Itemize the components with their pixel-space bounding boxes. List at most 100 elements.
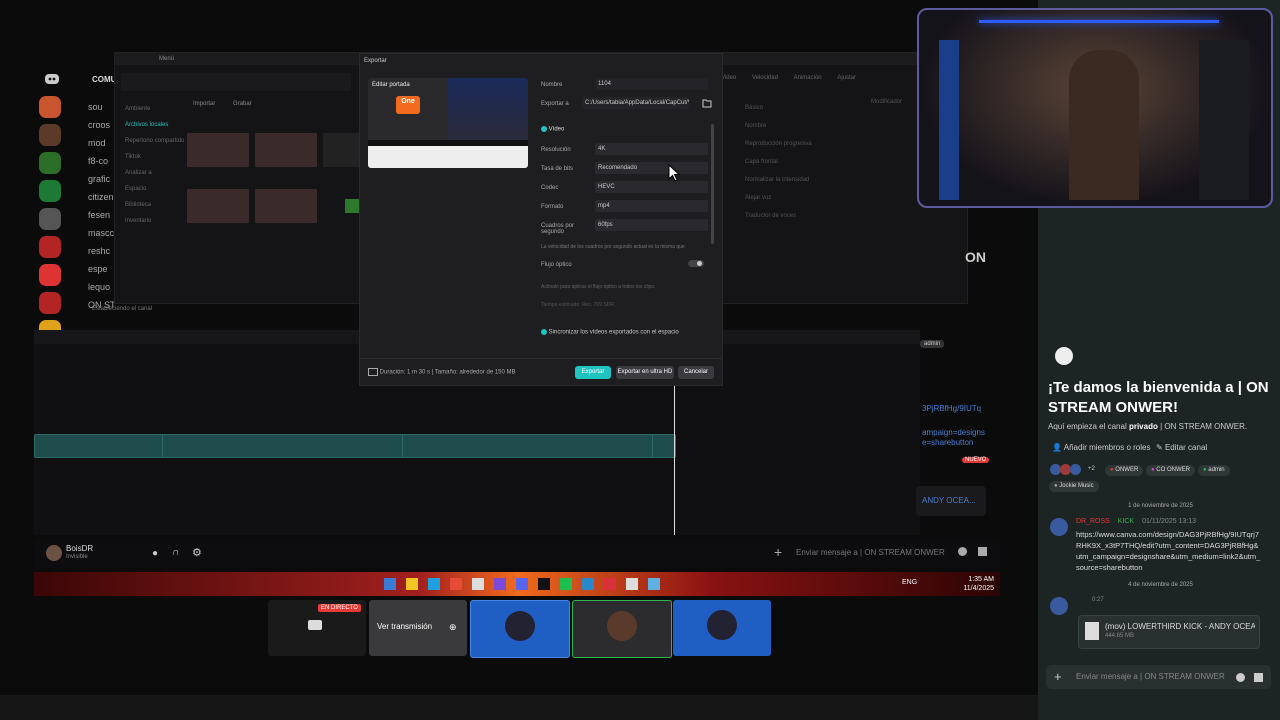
sync-option[interactable]: Sincronizar los vídeos exportados con el… (541, 329, 679, 336)
microphone-icon[interactable]: ● (152, 548, 158, 559)
video-checkbox[interactable] (541, 126, 547, 132)
taskbar-app-icon[interactable] (406, 578, 418, 590)
format-select[interactable]: mp4 (595, 200, 708, 212)
plus-icon[interactable]: + (774, 544, 782, 560)
member-avatars[interactable] (1050, 464, 1086, 476)
headphones-icon[interactable]: ∩ (172, 547, 179, 558)
participant-tile[interactable] (673, 600, 771, 656)
view-stream-button[interactable]: Ver transmisión (377, 622, 432, 631)
discord-icon[interactable] (44, 72, 60, 91)
codec-select[interactable]: HEVC (595, 181, 708, 193)
taskbar-app-icon[interactable] (384, 578, 396, 590)
export-ultra-hd-button[interactable]: Exportar en ultra HD (616, 366, 674, 379)
emoji-icon[interactable] (958, 547, 967, 556)
avatar[interactable] (1050, 597, 1068, 615)
menu-button[interactable]: Menú (159, 56, 174, 62)
zoom-icon[interactable]: ⊕ (449, 622, 457, 633)
folder-icon[interactable] (702, 98, 712, 108)
taskbar-app-icon[interactable] (516, 578, 528, 590)
server-icon[interactable] (39, 96, 61, 118)
apps-icon[interactable] (978, 547, 987, 556)
tab-speed[interactable]: Velocidad (752, 75, 778, 81)
timeline-clip[interactable] (402, 434, 654, 458)
timeline-clip[interactable] (652, 434, 676, 458)
server-icon[interactable] (39, 124, 61, 146)
apps-icon[interactable] (1254, 673, 1263, 682)
export-path-input[interactable]: C:/Users/tabia/AppData/Local/CapCut/Vi..… (582, 97, 689, 109)
nav-item[interactable]: Repertorio compartido (125, 133, 185, 149)
message-input[interactable]: Enviar mensaje a | ON STREAM ONWER (1076, 672, 1225, 681)
optical-flow-toggle[interactable] (688, 260, 704, 267)
participant-tile[interactable] (470, 600, 570, 658)
message-author[interactable]: DR_ROSS (1076, 518, 1110, 525)
edit-channel-button[interactable]: ✎ Editar canal (1156, 443, 1207, 452)
role-tag[interactable]: ● CO ONWER (1146, 465, 1195, 476)
timeline-clip[interactable] (34, 434, 164, 458)
server-icon[interactable] (39, 264, 61, 286)
resolution-select[interactable]: 4K (595, 143, 708, 155)
capcut-tab-import[interactable]: Importar Grabar (193, 101, 252, 107)
media-thumbnail[interactable] (323, 133, 359, 167)
stream-tile-live[interactable]: EN DIRECTO (268, 600, 366, 656)
server-icon[interactable] (39, 152, 61, 174)
tab-import[interactable]: Importar (193, 101, 215, 107)
media-thumbnail[interactable] (187, 189, 249, 223)
taskbar-app-icon[interactable] (582, 578, 594, 590)
taskbar-app-icon[interactable] (450, 578, 462, 590)
nav-item[interactable]: Ambiente (125, 101, 185, 117)
tab-adjust[interactable]: Ajustar (837, 75, 856, 81)
bitrate-select[interactable]: Recomendado (595, 162, 708, 174)
message-input-bg[interactable]: Enviar mensaje a | ON STREAM ONWER (796, 548, 945, 557)
avatar[interactable] (1050, 518, 1068, 536)
server-icon[interactable] (39, 180, 61, 202)
cancel-button[interactable]: Cancelar (678, 366, 714, 379)
nav-item[interactable]: Archivos locales (125, 117, 185, 133)
message-link[interactable]: https://www.canva.com/design/DAG3PjRBfHg… (1076, 529, 1262, 573)
participant-tile[interactable] (572, 600, 672, 658)
server-icon[interactable] (39, 236, 61, 258)
gear-icon[interactable]: ⚙ (192, 546, 202, 559)
server-icon[interactable] (39, 208, 61, 230)
tab-animation[interactable]: Animación (794, 75, 822, 81)
fps-select[interactable]: 60fps (595, 219, 708, 231)
taskbar-app-icon[interactable] (626, 578, 638, 590)
cover-preview[interactable]: One Editar portada (368, 78, 528, 168)
tab-record[interactable]: Grabar (233, 101, 252, 107)
dialog-scrollbar[interactable] (711, 124, 714, 244)
media-thumbnail[interactable] (187, 133, 249, 167)
file-attachment[interactable]: (mov) LOWERTHIRD KICK - ANDY OCEAN... 44… (1078, 615, 1260, 649)
taskbar-app-icon[interactable] (494, 578, 506, 590)
add-members-button[interactable]: 👤 Añadir miembros o roles (1052, 443, 1150, 452)
role-tag[interactable]: ● Jockie Music (1049, 481, 1099, 492)
plus-icon[interactable]: + (1054, 669, 1062, 684)
taskbar-app-icon[interactable] (472, 578, 484, 590)
name-input[interactable]: 1104 (595, 78, 708, 90)
username[interactable]: BoisDR (66, 544, 93, 553)
taskbar-app-icon[interactable] (604, 578, 616, 590)
avatar[interactable] (46, 545, 62, 561)
taskbar-app-icon[interactable] (560, 578, 572, 590)
media-thumbnail[interactable] (255, 189, 317, 223)
timeline-clip[interactable] (162, 434, 404, 458)
media-thumbnail[interactable] (345, 199, 359, 213)
stream-tile-view[interactable]: Ver transmisión ⊕ (369, 600, 467, 656)
nav-item[interactable]: Espacio (125, 181, 185, 197)
file-name[interactable]: (mov) LOWERTHIRD KICK - ANDY OCEAN... (1105, 622, 1255, 631)
clock[interactable]: 1:35 AM 11/4/2025 (963, 575, 994, 593)
role-tag[interactable]: ● admin (1198, 465, 1230, 476)
server-icon[interactable] (39, 292, 61, 314)
tab-video[interactable]: Video (721, 75, 736, 81)
emoji-icon[interactable] (1236, 673, 1245, 682)
media-thumbnail[interactable] (255, 133, 317, 167)
nav-item[interactable]: Analizar a (125, 165, 185, 181)
nav-item[interactable]: Inventario (125, 213, 185, 229)
sync-checkbox[interactable] (541, 329, 547, 335)
language-indicator[interactable]: ENG (902, 579, 917, 586)
nav-item[interactable]: Biblioteca (125, 197, 185, 213)
taskbar-app-icon[interactable] (648, 578, 660, 590)
nav-item[interactable]: Tiktok (125, 149, 185, 165)
taskbar-app-icon[interactable] (538, 578, 550, 590)
taskbar-app-icon[interactable] (428, 578, 440, 590)
attachment-fragment[interactable]: ANDY OCEA... (916, 486, 986, 516)
export-button[interactable]: Exportar (575, 366, 611, 379)
